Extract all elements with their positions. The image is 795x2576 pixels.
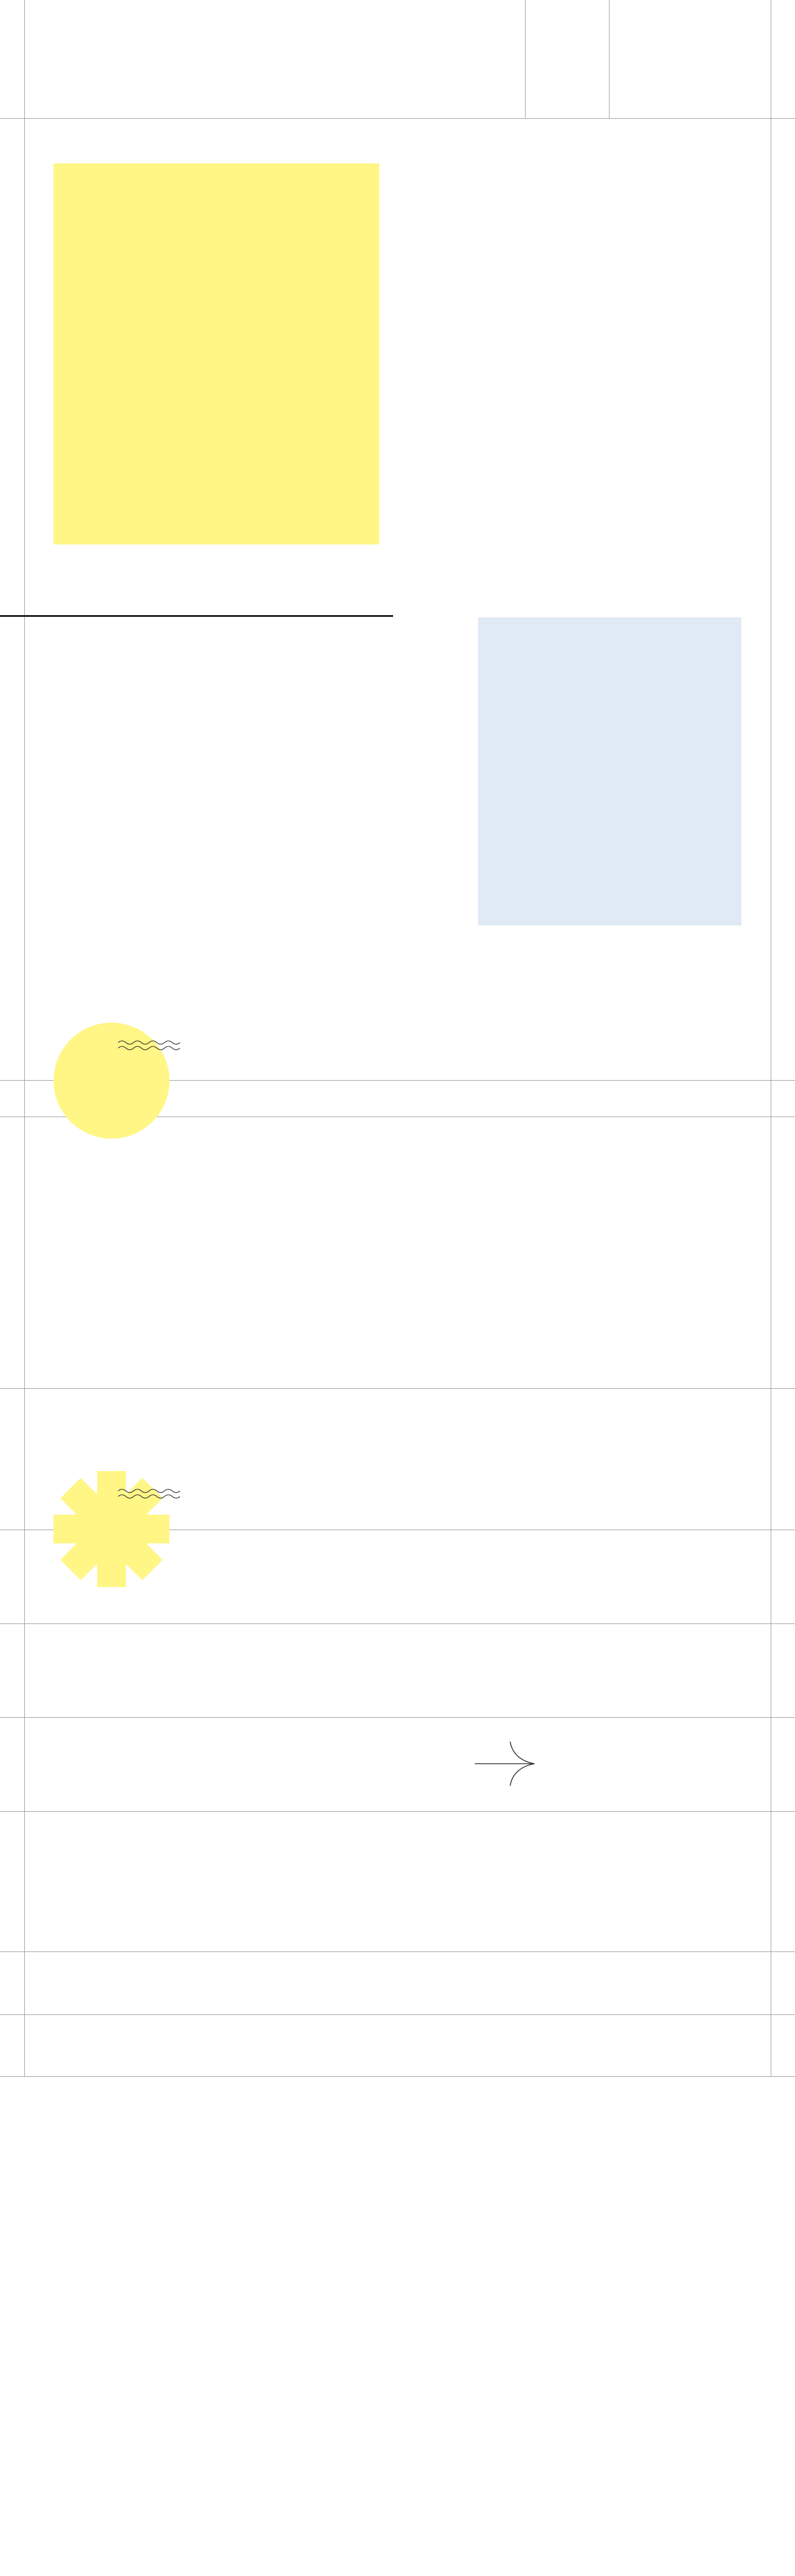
hero-divider-rule — [0, 615, 393, 617]
footer-top-line — [0, 2076, 795, 2077]
section-line-3 — [0, 1388, 795, 1389]
section-line-7 — [0, 1811, 795, 1812]
header-bottom-line — [0, 118, 795, 119]
header-band — [0, 0, 795, 118]
section-line-5 — [0, 1623, 795, 1624]
hero-yellow-block — [54, 163, 379, 544]
wavy-lines-icon — [118, 1489, 181, 1499]
feature-blue-block — [478, 617, 741, 925]
section-line-6 — [0, 1717, 795, 1718]
arrow-right-icon[interactable] — [474, 1741, 536, 1787]
wavy-lines-icon — [118, 1040, 181, 1050]
section-line-8 — [0, 1951, 795, 1952]
frame-line-left — [24, 0, 25, 2076]
section-line-9 — [0, 2014, 795, 2015]
